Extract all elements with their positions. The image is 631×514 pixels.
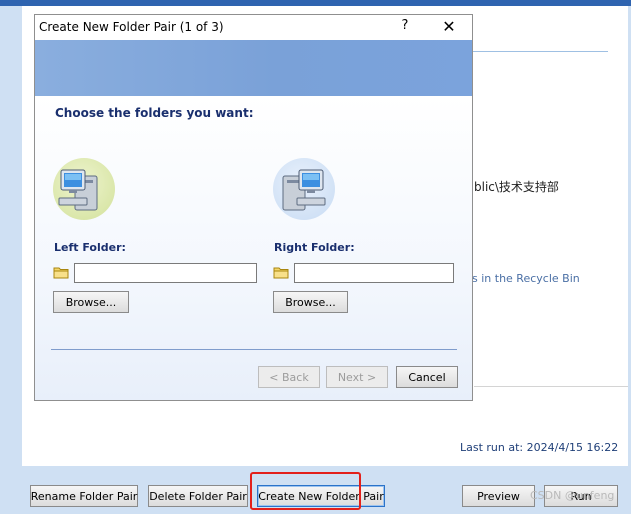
left-folder-input[interactable] bbox=[74, 263, 257, 283]
watermark-text: CSDN @unfeng bbox=[530, 489, 615, 502]
app-left-margin bbox=[0, 6, 22, 466]
last-run-status: Last run at: 2024/4/15 16:22 bbox=[460, 441, 619, 454]
dialog-banner bbox=[35, 40, 472, 96]
left-folder-icon bbox=[53, 265, 69, 279]
dialog-title-bar: Create New Folder Pair (1 of 3) ? ✕ bbox=[35, 15, 472, 40]
right-folder-label: Right Folder: bbox=[274, 241, 355, 254]
create-folder-pair-dialog: Create New Folder Pair (1 of 3) ? ✕ Choo… bbox=[34, 14, 473, 401]
next-button[interactable]: Next > bbox=[326, 366, 388, 388]
right-folder-input[interactable] bbox=[294, 263, 454, 283]
right-browse-button[interactable]: Browse... bbox=[273, 291, 348, 313]
panel-divider bbox=[470, 51, 608, 52]
delete-folder-pair-button[interactable]: Delete Folder Pair bbox=[148, 485, 248, 507]
close-icon[interactable]: ✕ bbox=[437, 17, 461, 37]
help-icon[interactable]: ? bbox=[397, 18, 413, 36]
left-folder-label: Left Folder: bbox=[54, 241, 126, 254]
right-folder-icon bbox=[273, 265, 289, 279]
folder-path-text: blic\技术支持部 bbox=[474, 180, 559, 194]
dialog-heading: Choose the folders you want: bbox=[55, 106, 254, 120]
right-computer-icon bbox=[273, 158, 335, 220]
recycle-bin-option-text[interactable]: s in the Recycle Bin bbox=[472, 272, 580, 285]
annotation-highlight-box bbox=[250, 472, 361, 510]
rename-folder-pair-button[interactable]: Rename Folder Pair bbox=[30, 485, 138, 507]
left-browse-button[interactable]: Browse... bbox=[53, 291, 129, 313]
dialog-body: Choose the folders you want: Left Folder… bbox=[35, 96, 472, 400]
cancel-button[interactable]: Cancel bbox=[396, 366, 458, 388]
dialog-separator bbox=[51, 349, 457, 350]
back-button[interactable]: < Back bbox=[258, 366, 320, 388]
dialog-title: Create New Folder Pair (1 of 3) bbox=[39, 20, 224, 34]
panel-divider-lower bbox=[474, 386, 628, 387]
left-computer-icon bbox=[53, 158, 115, 220]
preview-button[interactable]: Preview bbox=[462, 485, 535, 507]
